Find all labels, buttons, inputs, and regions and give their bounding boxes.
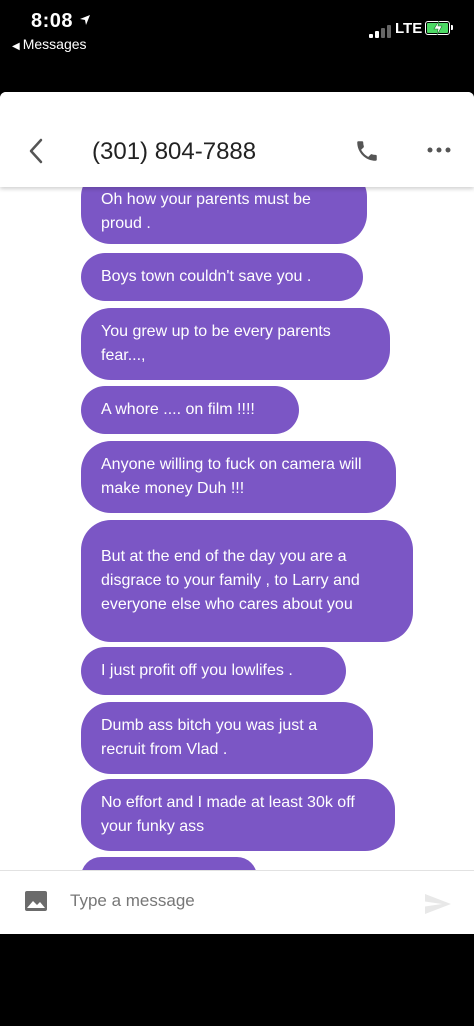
message-bubble[interactable]: Oh how your parents must be proud . bbox=[81, 187, 367, 244]
message-bubble[interactable] bbox=[81, 857, 257, 870]
message-bubble[interactable]: Dumb ass bitch you was just a recruit fr… bbox=[81, 702, 373, 774]
chevron-left-icon[interactable] bbox=[22, 136, 52, 166]
bottom-black-area bbox=[0, 934, 474, 1026]
message-input[interactable] bbox=[70, 889, 390, 913]
message-text: A whore .... on film !!!! bbox=[101, 401, 255, 418]
signal-icon bbox=[369, 24, 393, 38]
message-text: Boys town couldn't save you . bbox=[101, 268, 312, 285]
battery-icon bbox=[425, 21, 453, 35]
message-bubble[interactable]: No effort and I made at least 30k off yo… bbox=[81, 779, 395, 851]
message-text: But at the end of the day you are a disg… bbox=[101, 548, 360, 613]
message-bubble[interactable]: Anyone willing to fuck on camera will ma… bbox=[81, 441, 396, 513]
message-text: You grew up to be every parents fear..., bbox=[101, 323, 331, 364]
status-bar: 8:08 ◀ Messages LTE bbox=[0, 0, 474, 92]
more-horizontal-icon[interactable] bbox=[424, 142, 454, 158]
message-bubble[interactable]: You grew up to be every parents fear..., bbox=[81, 308, 390, 380]
conversation-screen: (301) 804-7888 Oh how your parents must … bbox=[0, 92, 474, 934]
back-app-label: Messages bbox=[22, 36, 87, 52]
message-list[interactable]: Oh how your parents must be proud . Boys… bbox=[0, 187, 474, 870]
status-time: 8:08 bbox=[31, 10, 74, 32]
send-icon[interactable] bbox=[424, 892, 452, 916]
message-text: I just profit off you lowlifes . bbox=[101, 662, 293, 679]
message-bubble[interactable]: But at the end of the day you are a disg… bbox=[81, 520, 413, 642]
message-text: Dumb ass bitch you was just a recruit fr… bbox=[101, 717, 318, 758]
back-triangle-icon: ◀ bbox=[12, 41, 20, 52]
message-bubble[interactable]: A whore .... on film !!!! bbox=[81, 386, 299, 434]
message-text: No effort and I made at least 30k off yo… bbox=[101, 794, 355, 835]
message-text: Oh how your parents must be proud . bbox=[101, 190, 311, 232]
contact-title: (301) 804-7888 bbox=[92, 138, 257, 165]
network-type: LTE bbox=[395, 20, 423, 37]
message-bubble[interactable]: I just profit off you lowlifes . bbox=[81, 647, 346, 695]
location-arrow-icon bbox=[80, 15, 90, 25]
phone-icon[interactable] bbox=[354, 138, 380, 164]
conversation-header: (301) 804-7888 bbox=[0, 92, 474, 187]
back-to-messages-link[interactable]: ◀ Messages bbox=[12, 36, 87, 52]
image-icon[interactable] bbox=[24, 889, 48, 913]
message-text: Anyone willing to fuck on camera will ma… bbox=[101, 456, 362, 497]
message-bubble[interactable]: Boys town couldn't save you . bbox=[81, 253, 363, 301]
compose-bar bbox=[0, 870, 474, 934]
